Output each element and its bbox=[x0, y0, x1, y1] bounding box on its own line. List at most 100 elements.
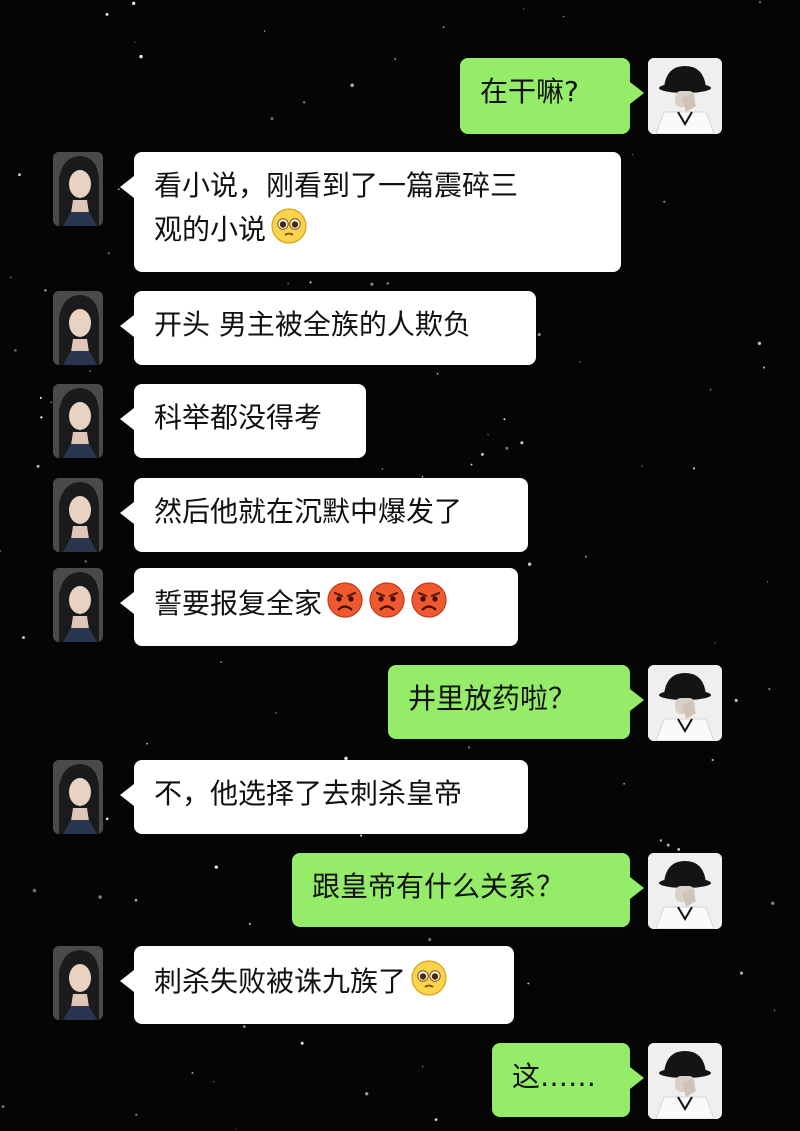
star bbox=[692, 467, 696, 470]
star bbox=[309, 281, 312, 284]
user-avatar[interactable] bbox=[648, 665, 722, 741]
star bbox=[302, 101, 306, 104]
star bbox=[135, 1113, 138, 1116]
user-avatar[interactable] bbox=[648, 1043, 722, 1119]
star bbox=[89, 370, 91, 372]
received-message-bubble[interactable]: 科举都没得考 bbox=[120, 384, 366, 458]
star bbox=[537, 333, 541, 337]
star bbox=[562, 15, 565, 18]
bubble-tail bbox=[120, 784, 134, 806]
star bbox=[107, 252, 110, 255]
sent-message-bubble[interactable]: 这…… bbox=[492, 1043, 644, 1117]
contact-avatar[interactable] bbox=[53, 384, 103, 458]
star bbox=[214, 865, 218, 869]
star bbox=[134, 41, 136, 43]
angry-face-icon bbox=[326, 581, 364, 619]
star bbox=[360, 834, 363, 837]
star bbox=[386, 282, 389, 285]
bubble-tail bbox=[120, 176, 134, 198]
star bbox=[520, 441, 524, 445]
star bbox=[470, 463, 473, 466]
star bbox=[659, 839, 663, 842]
message-text: 在干嘛? bbox=[480, 75, 579, 108]
star bbox=[740, 971, 743, 975]
star bbox=[18, 173, 21, 177]
bubble-tail bbox=[630, 82, 644, 104]
star bbox=[242, 1025, 246, 1028]
star bbox=[39, 396, 42, 399]
star bbox=[487, 433, 489, 436]
star bbox=[270, 117, 274, 120]
star bbox=[36, 464, 40, 468]
star bbox=[505, 446, 509, 450]
star bbox=[132, 1, 136, 6]
star bbox=[623, 782, 625, 785]
star bbox=[641, 465, 643, 467]
bubble-tail bbox=[120, 502, 134, 524]
star bbox=[394, 57, 397, 60]
contact-avatar[interactable] bbox=[53, 152, 103, 226]
message-text: 刺杀失败被诛九族了 bbox=[154, 965, 407, 998]
message-text: 开头 男主被全族的人欺负 bbox=[154, 308, 471, 341]
star bbox=[98, 895, 102, 899]
pleading-face-icon bbox=[270, 207, 308, 245]
star bbox=[768, 688, 771, 690]
message-text: 跟皇帝有什么关系？ bbox=[312, 870, 565, 903]
received-message-bubble[interactable]: 然后他就在沉默中爆发了 bbox=[120, 478, 528, 552]
star bbox=[677, 848, 680, 851]
star bbox=[663, 200, 666, 203]
star bbox=[139, 54, 143, 59]
received-message-bubble[interactable]: 誓要报复全家 bbox=[120, 568, 518, 646]
star bbox=[40, 416, 43, 419]
star bbox=[711, 758, 714, 762]
star bbox=[766, 581, 769, 583]
star bbox=[146, 742, 148, 745]
star bbox=[275, 712, 277, 714]
star bbox=[350, 83, 354, 88]
bubble-tail bbox=[120, 970, 134, 992]
star bbox=[467, 746, 471, 749]
star bbox=[421, 1065, 424, 1068]
contact-avatar[interactable] bbox=[53, 478, 103, 552]
star bbox=[773, 1009, 776, 1012]
user-avatar[interactable] bbox=[648, 853, 722, 929]
bubble-tail bbox=[630, 689, 644, 711]
message-text: 这…… bbox=[512, 1060, 597, 1093]
star bbox=[287, 282, 290, 285]
star bbox=[381, 468, 384, 470]
star bbox=[32, 888, 37, 893]
star bbox=[762, 366, 766, 369]
sent-message-bubble[interactable]: 在干嘛? bbox=[460, 58, 644, 134]
star bbox=[14, 349, 17, 352]
angry-face-icon bbox=[410, 581, 448, 619]
sent-message-bubble[interactable]: 井里放药啦？ bbox=[388, 665, 644, 739]
contact-avatar[interactable] bbox=[53, 568, 103, 642]
star bbox=[527, 982, 530, 985]
star bbox=[585, 555, 587, 558]
received-message-bubble[interactable]: 不，他选择了去刺杀皇帝 bbox=[120, 760, 528, 834]
star bbox=[0, 549, 2, 553]
star bbox=[10, 276, 12, 279]
message-text: 不，他选择了去刺杀皇帝 bbox=[154, 777, 463, 810]
contact-avatar[interactable] bbox=[53, 946, 103, 1020]
received-message-bubble[interactable]: 刺杀失败被诛九族了 bbox=[120, 946, 514, 1024]
contact-avatar[interactable] bbox=[53, 291, 103, 365]
user-avatar[interactable] bbox=[648, 58, 722, 134]
star bbox=[84, 560, 87, 563]
star bbox=[436, 372, 439, 375]
star bbox=[22, 636, 25, 640]
star bbox=[434, 1118, 438, 1121]
message-text: 看小说，刚看到了一篇震碎三 观的小说 bbox=[154, 169, 519, 246]
star bbox=[300, 1041, 304, 1045]
star bbox=[631, 153, 634, 156]
bubble-tail bbox=[630, 1067, 644, 1089]
received-message-bubble[interactable]: 开头 男主被全族的人欺负 bbox=[120, 291, 536, 365]
star bbox=[527, 562, 532, 566]
star bbox=[212, 1081, 215, 1083]
contact-avatar[interactable] bbox=[53, 760, 103, 834]
star bbox=[714, 642, 716, 644]
received-message-bubble[interactable]: 看小说，刚看到了一篇震碎三 观的小说 bbox=[120, 152, 621, 272]
bubble-tail bbox=[120, 592, 134, 614]
sent-message-bubble[interactable]: 跟皇帝有什么关系？ bbox=[292, 853, 644, 927]
star bbox=[757, 341, 762, 346]
